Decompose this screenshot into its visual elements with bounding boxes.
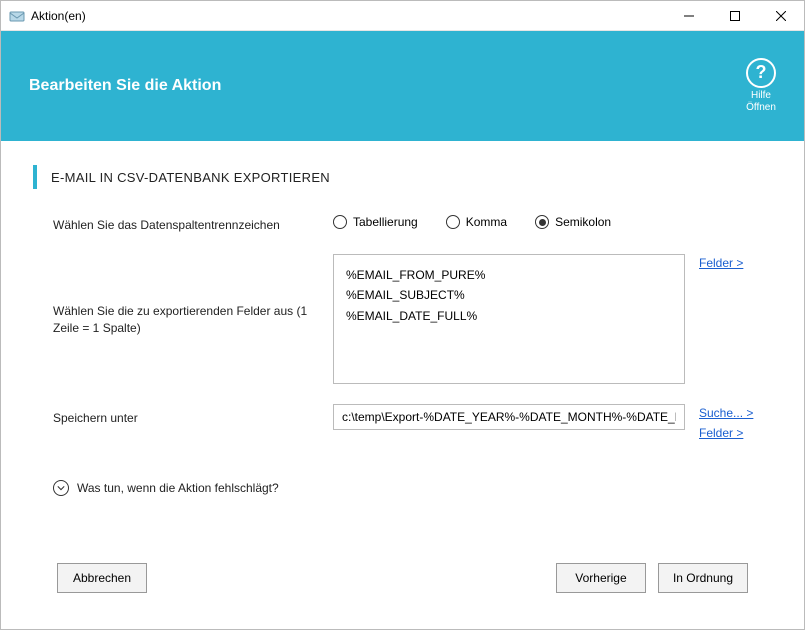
- app-icon: [9, 8, 25, 24]
- save-row: Speichern unter Suche... > Felder >: [33, 404, 772, 440]
- help-icon: ?: [746, 58, 776, 88]
- maximize-button[interactable]: [712, 1, 758, 30]
- window-title: Aktion(en): [31, 9, 666, 23]
- delimiter-radio-group: Tabellierung Komma Semikolon: [333, 215, 611, 229]
- failure-expander[interactable]: Was tun, wenn die Aktion fehlschlägt?: [33, 480, 772, 496]
- fields-link[interactable]: Felder >: [699, 256, 743, 270]
- cancel-button[interactable]: Abbrechen: [57, 563, 147, 593]
- previous-button[interactable]: Vorherige: [556, 563, 646, 593]
- page-title: Bearbeiten Sie die Aktion: [29, 77, 221, 95]
- delimiter-radio-semicolon[interactable]: Semikolon: [535, 215, 611, 229]
- expander-label: Was tun, wenn die Aktion fehlschlägt?: [77, 481, 279, 495]
- radio-label: Tabellierung: [353, 215, 418, 229]
- ok-button[interactable]: In Ordnung: [658, 563, 748, 593]
- help-button[interactable]: ? Hilfe Öffnen: [746, 58, 776, 114]
- save-fields-link[interactable]: Felder >: [699, 426, 753, 440]
- radio-label: Komma: [466, 215, 507, 229]
- radio-icon: [535, 215, 549, 229]
- delimiter-label: Wählen Sie das Datenspaltentrennzeichen: [53, 215, 333, 234]
- export-fields-textarea[interactable]: [333, 254, 685, 384]
- search-link[interactable]: Suche... >: [699, 406, 753, 420]
- radio-icon: [333, 215, 347, 229]
- close-button[interactable]: [758, 1, 804, 30]
- dialog-content: E-MAIL IN CSV-DATENBANK EXPORTIEREN Wähl…: [1, 141, 804, 629]
- dialog-header: Bearbeiten Sie die Aktion ? Hilfe Öffnen: [1, 31, 804, 141]
- delimiter-radio-comma[interactable]: Komma: [446, 215, 507, 229]
- fields-row: Wählen Sie die zu exportierenden Felder …: [33, 254, 772, 384]
- minimize-button[interactable]: [666, 1, 712, 30]
- chevron-down-icon: [53, 480, 69, 496]
- fields-label: Wählen Sie die zu exportierenden Felder …: [53, 254, 333, 384]
- dialog-footer: Abbrechen Vorherige In Ordnung: [33, 547, 772, 613]
- delimiter-row: Wählen Sie das Datenspaltentrennzeichen …: [33, 215, 772, 234]
- section-title: E-MAIL IN CSV-DATENBANK EXPORTIEREN: [33, 165, 772, 189]
- save-path-input[interactable]: [333, 404, 685, 430]
- help-label-2: Öffnen: [746, 102, 776, 114]
- help-label-1: Hilfe: [751, 90, 771, 102]
- radio-icon: [446, 215, 460, 229]
- titlebar: Aktion(en): [1, 1, 804, 31]
- save-label: Speichern unter: [53, 404, 333, 427]
- delimiter-radio-tab[interactable]: Tabellierung: [333, 215, 418, 229]
- window-controls: [666, 1, 804, 30]
- radio-label: Semikolon: [555, 215, 611, 229]
